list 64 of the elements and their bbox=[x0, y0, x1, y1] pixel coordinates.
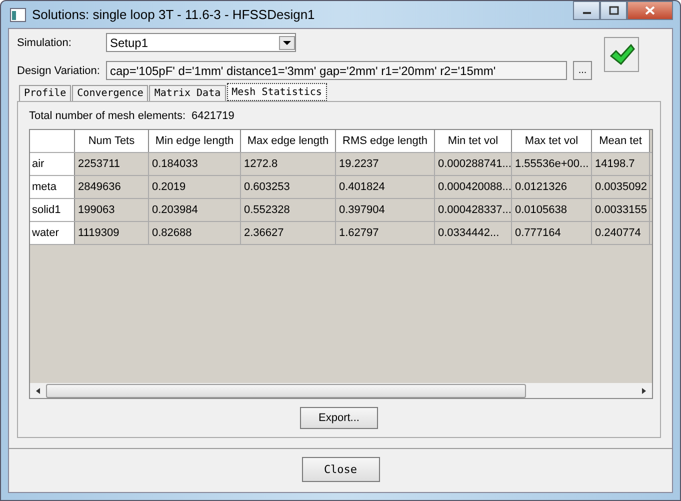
minimize-button[interactable] bbox=[573, 1, 600, 20]
table-cell: 0.777164 bbox=[512, 222, 592, 244]
tab[interactable]: Mesh Statistics bbox=[226, 83, 327, 101]
row-header[interactable]: solid1 bbox=[30, 199, 75, 221]
scrollbar-thumb[interactable] bbox=[46, 384, 526, 398]
table-cell: 0.0334442... bbox=[435, 222, 512, 244]
horizontal-scrollbar[interactable] bbox=[30, 383, 652, 398]
table-cell: 0.2019 bbox=[149, 176, 241, 198]
scroll-left-icon bbox=[34, 386, 42, 394]
column-header[interactable]: Max tet vol bbox=[512, 130, 592, 152]
table-cell: 0.401824 bbox=[336, 176, 435, 198]
table-cell: 199063 bbox=[75, 199, 149, 221]
table-cell: 14198.7 bbox=[592, 153, 650, 175]
table-cell: 0.552328 bbox=[241, 199, 336, 221]
table-cell: 0.603253 bbox=[241, 176, 336, 198]
window-icon bbox=[10, 8, 26, 22]
row-header[interactable]: meta bbox=[30, 176, 75, 198]
table-cell: 1272.8 bbox=[241, 153, 336, 175]
simulation-label: Simulation: bbox=[17, 36, 72, 48]
maximize-button[interactable] bbox=[600, 1, 627, 20]
export-button[interactable]: Export... bbox=[300, 407, 378, 429]
window-title: Solutions: single loop 3T - 11.6-3 - HFSSDesign1 bbox=[32, 7, 315, 22]
design-variation-field[interactable]: cap='105pF' d='1mm' distance1='3mm' gap='2mm' r1='20mm' r2='15mm' bbox=[106, 61, 567, 80]
table-cell: 1.55536e+00... bbox=[512, 153, 592, 175]
column-header[interactable]: Max edge length bbox=[241, 130, 336, 152]
table-cell: 0.0035092 bbox=[592, 176, 650, 198]
table-cell: 1.62797 bbox=[336, 222, 435, 244]
tab[interactable]: Convergence bbox=[72, 85, 148, 101]
scroll-right-icon bbox=[640, 386, 648, 394]
table-cell: 0.203984 bbox=[149, 199, 241, 221]
table-cell: 2849636 bbox=[75, 176, 149, 198]
table-cell: 0.000428337... bbox=[435, 199, 512, 221]
row-header[interactable]: water bbox=[30, 222, 75, 244]
table-cell: 2253711 bbox=[75, 153, 149, 175]
close-dialog-button[interactable]: Close bbox=[302, 457, 380, 482]
table-cell: 0.397904 bbox=[336, 199, 435, 221]
validation-button[interactable] bbox=[604, 37, 639, 72]
design-variation-label: Design Variation: bbox=[17, 64, 101, 76]
table-cell: 0.000420088... bbox=[435, 176, 512, 198]
tab[interactable]: Profile bbox=[19, 85, 72, 101]
browse-button[interactable]: ... bbox=[573, 61, 592, 80]
table-cell: 0.82688 bbox=[149, 222, 241, 244]
column-header[interactable]: RMS edge length bbox=[336, 130, 435, 152]
column-header[interactable]: Mean tet bbox=[592, 130, 650, 152]
table-cell: 0.0033155 bbox=[592, 199, 650, 221]
close-icon bbox=[645, 6, 655, 15]
column-header[interactable]: Num Tets bbox=[75, 130, 149, 152]
table-cell: 1119309 bbox=[75, 222, 149, 244]
simulation-dropdown[interactable]: Setup1 bbox=[106, 33, 296, 52]
maximize-icon bbox=[608, 6, 618, 15]
total-elements-value: 6421719 bbox=[192, 110, 234, 122]
table-cell: 0.184033 bbox=[149, 153, 241, 175]
total-elements-label: Total number of mesh elements: bbox=[29, 110, 186, 122]
tab[interactable]: Matrix Data bbox=[149, 85, 226, 101]
table-cell: 2.36627 bbox=[241, 222, 336, 244]
table-cell: 0.000288741... bbox=[435, 153, 512, 175]
table-cell: 0.0105638 bbox=[512, 199, 592, 221]
table-cell: 0.0121326 bbox=[512, 176, 592, 198]
table-cell: 0.240774 bbox=[592, 222, 650, 244]
column-header[interactable]: Min tet vol bbox=[435, 130, 512, 152]
row-header[interactable]: air bbox=[30, 153, 75, 175]
table-cell: 19.2237 bbox=[336, 153, 435, 175]
close-button[interactable] bbox=[627, 1, 673, 20]
column-header[interactable]: Min edge length bbox=[149, 130, 241, 152]
